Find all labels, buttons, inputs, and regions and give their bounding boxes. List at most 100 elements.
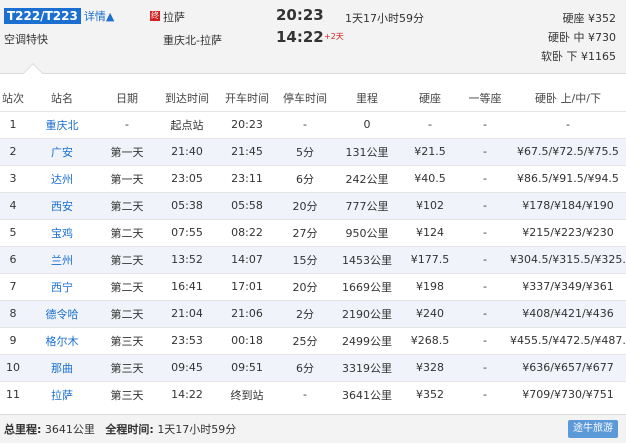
cell-first-class: - <box>460 245 510 273</box>
col-departure: 开车时间 <box>218 86 276 111</box>
price-hard-seat: 硬座 ¥352 <box>562 12 617 25</box>
cell-stop-no: 11 <box>0 380 26 408</box>
cell-station[interactable]: 那曲 <box>26 353 98 381</box>
cell-station[interactable]: 达州 <box>26 164 98 192</box>
cell-first-class: - <box>460 326 510 354</box>
cell-hard-sleeper: ¥709/¥730/¥751 <box>510 380 626 408</box>
cell-hard-sleeper: ¥67.5/¥72.5/¥75.5 <box>510 137 626 165</box>
cell-date: - <box>98 110 156 138</box>
cell-distance: 3641公里 <box>334 380 400 408</box>
arrival-time: 14:22 <box>276 28 324 46</box>
cell-arrival: 09:45 <box>156 353 218 381</box>
cell-station[interactable]: 拉萨 <box>26 380 98 408</box>
cell-distance: 1453公里 <box>334 245 400 273</box>
cell-hard-seat: ¥124 <box>400 218 460 246</box>
cell-distance: 2499公里 <box>334 326 400 354</box>
cell-departure: 21:45 <box>218 137 276 165</box>
cell-stop-no: 5 <box>0 218 26 246</box>
col-hard-sleeper: 硬卧 上/中/下 <box>510 86 626 111</box>
watermark-logo: 途牛旅游 <box>568 420 618 438</box>
cell-arrival: 21:04 <box>156 299 218 327</box>
cell-station[interactable]: 广安 <box>26 137 98 165</box>
cell-stop-time: 2分 <box>276 299 334 327</box>
cell-distance: 3319公里 <box>334 353 400 381</box>
destination-station: 拉萨 <box>163 11 185 24</box>
train-number-label[interactable]: T222/T223 <box>4 8 81 24</box>
col-date: 日期 <box>98 86 156 111</box>
price-hard-sleeper: 硬卧 中 ¥730 <box>548 31 616 44</box>
cell-stop-no: 9 <box>0 326 26 354</box>
cell-hard-seat: ¥40.5 <box>400 164 460 192</box>
cell-arrival: 05:38 <box>156 191 218 219</box>
price-summary: 硬座 ¥352 硬卧 中 ¥730 软卧 下 ¥1165 <box>541 9 616 66</box>
table-row: 8 德令哈 第二天 21:04 21:06 2分 2190公里 ¥240- ¥408/¥421/… <box>0 299 626 327</box>
cell-arrival: 起点站 <box>156 110 218 138</box>
cell-station[interactable]: 宝鸡 <box>26 218 98 246</box>
cell-stop-time: 6分 <box>276 353 334 381</box>
total-time: 1天17小时59分 <box>157 423 237 436</box>
table-row: 9 格尔木 第三天 23:53 00:18 25分 2499公里 ¥268.5- ¥455.5/… <box>0 326 626 354</box>
cell-date: 第三天 <box>98 326 156 354</box>
cell-departure: 14:07 <box>218 245 276 273</box>
cell-stop-no: 3 <box>0 164 26 192</box>
departure-time: 20:23 <box>276 6 324 24</box>
cell-departure: 00:18 <box>218 326 276 354</box>
destination-icon: 终 <box>150 11 160 21</box>
cell-hard-seat: ¥268.5 <box>400 326 460 354</box>
detail-toggle[interactable]: 详情▲ <box>84 8 114 24</box>
cell-hard-sleeper: ¥304.5/¥315.5/¥325.5 <box>510 245 626 273</box>
cell-station[interactable]: 兰州 <box>26 245 98 273</box>
cell-station[interactable]: 重庆北 <box>26 110 98 138</box>
cell-hard-sleeper: ¥636/¥657/¥677 <box>510 353 626 381</box>
cell-arrival: 07:55 <box>156 218 218 246</box>
cell-stop-time: - <box>276 110 334 138</box>
table-row: 5 宝鸡 第二天 07:55 08:22 27分 950公里 ¥124- ¥215/¥223/¥… <box>0 218 626 246</box>
cell-departure: 08:22 <box>218 218 276 246</box>
summary-bar: 总里程: 3641公里 全程时间: 1天17小时59分 <box>0 414 626 443</box>
cell-hard-sleeper: - <box>510 110 626 138</box>
cell-hard-seat: ¥102 <box>400 191 460 219</box>
timetable: 站次 站名 日期 到达时间 开车时间 停车时间 里程 硬座 一等座 硬卧 上/中… <box>0 86 626 408</box>
cell-station[interactable]: 德令哈 <box>26 299 98 327</box>
train-number[interactable]: T222/T223 详情▲ <box>4 8 114 24</box>
cell-distance: 242公里 <box>334 164 400 192</box>
cell-hard-sleeper: ¥86.5/¥91.5/¥94.5 <box>510 164 626 192</box>
cell-stop-no: 6 <box>0 245 26 273</box>
cell-stop-time: 15分 <box>276 245 334 273</box>
cell-date: 第三天 <box>98 380 156 408</box>
table-header-row: 站次 站名 日期 到达时间 开车时间 停车时间 里程 硬座 一等座 硬卧 上/中… <box>0 86 626 111</box>
train-type: 空调特快 <box>4 33 48 46</box>
cell-station[interactable]: 西宁 <box>26 272 98 300</box>
cell-hard-seat: ¥198 <box>400 272 460 300</box>
cell-arrival: 21:40 <box>156 137 218 165</box>
train-header: T222/T223 详情▲ 空调特快 终 拉萨 重庆北-拉萨 20:23 14:… <box>0 0 626 74</box>
cell-hard-seat: - <box>400 110 460 138</box>
cell-first-class: - <box>460 299 510 327</box>
cell-first-class: - <box>460 380 510 408</box>
cell-first-class: - <box>460 137 510 165</box>
table-row: 7 西宁 第二天 16:41 17:01 20分 1669公里 ¥198- ¥337/¥349/… <box>0 272 626 300</box>
cell-station[interactable]: 格尔木 <box>26 326 98 354</box>
cell-hard-seat: ¥177.5 <box>400 245 460 273</box>
cell-date: 第三天 <box>98 353 156 381</box>
cell-first-class: - <box>460 353 510 381</box>
table-row: 4 西安 第二天 05:38 05:58 20分 777公里 ¥102- ¥178/¥184/¥… <box>0 191 626 219</box>
cell-stop-no: 7 <box>0 272 26 300</box>
cell-stop-no: 1 <box>0 110 26 138</box>
cell-first-class: - <box>460 164 510 192</box>
table-row: 1 重庆北 - 起点站 20:23-0- - - <box>0 110 626 138</box>
col-stop-time: 停车时间 <box>276 86 334 111</box>
cell-station[interactable]: 西安 <box>26 191 98 219</box>
table-row: 11 拉萨 第三天 14:22 终到站 -3641公里 ¥352- ¥709/¥730/¥75… <box>0 380 626 408</box>
cell-date: 第一天 <box>98 137 156 165</box>
cell-hard-sleeper: ¥408/¥421/¥436 <box>510 299 626 327</box>
cell-arrival: 23:53 <box>156 326 218 354</box>
col-first-class: 一等座 <box>460 86 510 111</box>
cell-stop-time: 25分 <box>276 326 334 354</box>
cell-stop-time: 6分 <box>276 164 334 192</box>
cell-hard-sleeper: ¥455.5/¥472.5/¥487.5 <box>510 326 626 354</box>
cell-date: 第二天 <box>98 191 156 219</box>
cell-stop-time: 27分 <box>276 218 334 246</box>
cell-arrival: 13:52 <box>156 245 218 273</box>
col-station: 站名 <box>26 86 98 111</box>
